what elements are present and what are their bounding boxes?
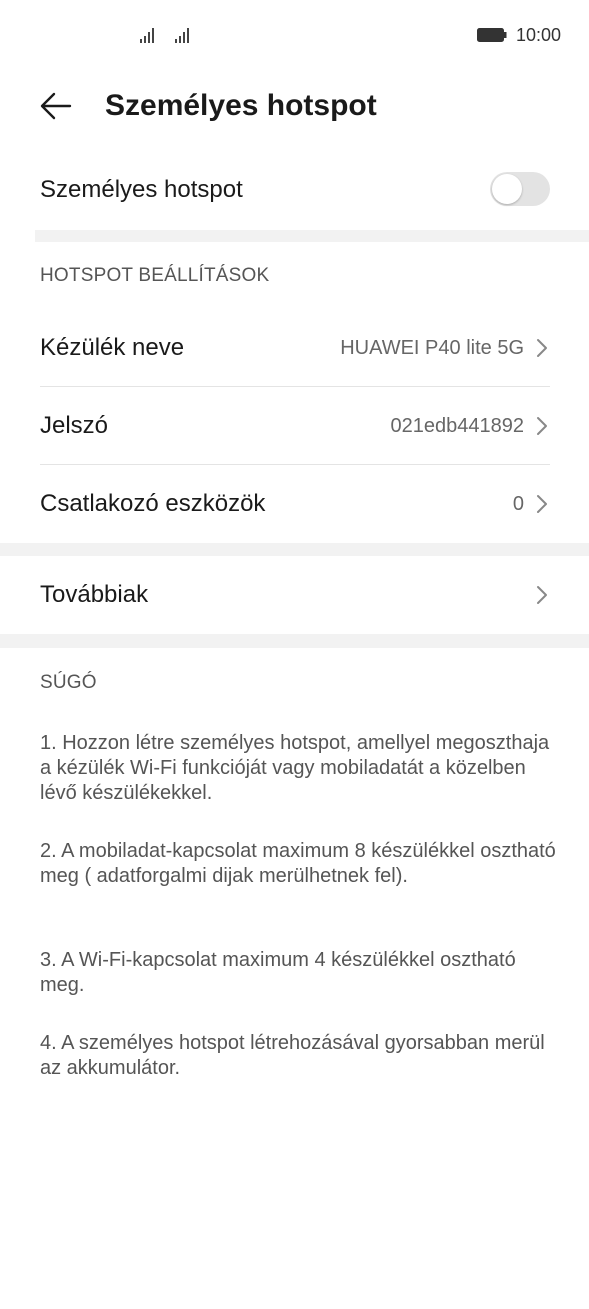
battery-icon	[477, 28, 507, 42]
toggle-knob	[492, 174, 522, 204]
device-name-label: Kézülék neve	[40, 334, 185, 361]
connected-devices-row[interactable]: Csatlakozó eszközök 0	[0, 465, 589, 543]
hotspot-toggle-switch[interactable]	[490, 172, 550, 206]
help-item: 4. A személyes hotspot létrehozásával gy…	[40, 1032, 545, 1079]
chevron-right-icon	[537, 495, 547, 513]
connected-devices-label: Csatlakozó eszközök	[40, 490, 266, 517]
help-section-title: SÚGÓ	[40, 672, 97, 693]
signal-icon	[140, 28, 154, 43]
password-label: Jelszó	[40, 412, 109, 439]
status-time: 10:00	[515, 25, 561, 45]
chevron-right-icon	[537, 339, 547, 357]
hotspot-toggle-label: Személyes hotspot	[40, 176, 243, 203]
section-separator	[0, 543, 589, 556]
status-bar: 10:00	[0, 0, 589, 70]
page-title: Személyes hotspot	[105, 89, 377, 122]
more-row[interactable]: Továbbiak	[0, 556, 589, 634]
help-item: 2. A mobiladat-kapcsolat maximum 8 készü…	[40, 840, 556, 887]
signal-icon	[175, 28, 189, 43]
chevron-right-icon	[537, 586, 547, 604]
hotspot-toggle-row[interactable]: Személyes hotspot	[0, 150, 589, 230]
more-label: Továbbiak	[40, 581, 149, 608]
device-name-value: HUAWEI P40 lite 5G	[340, 337, 524, 359]
password-row[interactable]: Jelszó 021edb441892	[0, 387, 589, 465]
chevron-right-icon	[537, 417, 547, 435]
connected-devices-value: 0	[512, 493, 524, 515]
settings-section-title: HOTSPOT BEÁLLÍTÁSOK	[40, 265, 270, 286]
password-value: 021edb441892	[390, 415, 524, 437]
help-item: 1. Hozzon létre személyes hotspot, amell…	[40, 732, 550, 804]
device-name-row[interactable]: Kézülék neve HUAWEI P40 lite 5G	[0, 309, 589, 387]
back-button[interactable]	[30, 84, 82, 128]
help-item: 3. A Wi-Fi-kapcsolat maximum 4 készülékk…	[40, 949, 516, 996]
app-bar: Személyes hotspot	[0, 70, 589, 150]
section-separator	[0, 634, 589, 648]
back-arrow-icon	[40, 92, 72, 120]
section-separator	[35, 230, 589, 242]
